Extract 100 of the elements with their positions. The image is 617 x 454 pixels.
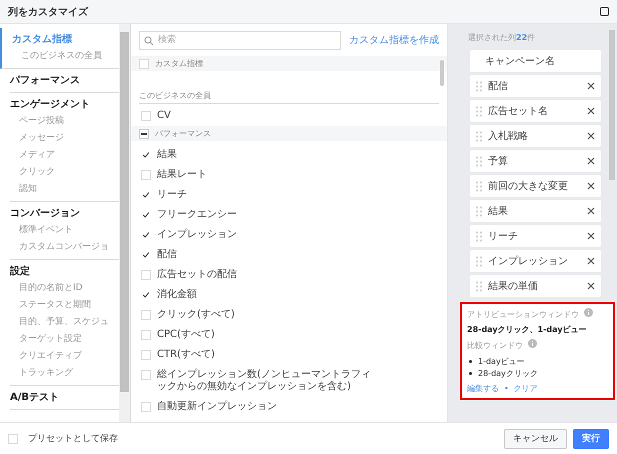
group-label: このビジネスの全員: [139, 90, 211, 100]
search-field[interactable]: 検索: [139, 30, 341, 50]
remove-icon[interactable]: [587, 157, 595, 165]
nav-item[interactable]: エンゲージメント: [10, 96, 120, 113]
window-title: 列をカスタマイズ: [8, 6, 88, 18]
scrollbar[interactable]: [609, 30, 615, 180]
nav-item[interactable]: クリエイティブ: [10, 348, 120, 365]
column-card[interactable]: 広告セット名: [470, 100, 601, 122]
selected-count: 選択された列22件: [467, 32, 536, 44]
nav-item[interactable]: 目的、予算、スケジュ: [10, 314, 120, 331]
column-label: 配信: [488, 80, 509, 93]
drag-handle-icon[interactable]: [476, 206, 482, 216]
remove-icon[interactable]: [587, 207, 595, 215]
checkbox[interactable]: [139, 59, 149, 69]
drag-handle-icon[interactable]: [476, 106, 482, 116]
nav-item[interactable]: パフォーマンス: [10, 72, 120, 89]
remove-icon[interactable]: [587, 132, 595, 140]
edit-link[interactable]: 編集する: [467, 383, 499, 394]
attribution-title: アトリビューションウィンドウ: [467, 308, 579, 320]
drag-handle-icon[interactable]: [476, 156, 482, 166]
comparison-title: 比較ウィンドウ: [467, 340, 523, 350]
metric-label: CTR(すべて): [157, 349, 216, 361]
bullet-icon: [469, 360, 472, 362]
drag-handle-icon[interactable]: [476, 280, 482, 292]
run-button[interactable]: 実行: [573, 428, 609, 448]
nav-item[interactable]: カスタム指標: [12, 31, 120, 48]
metric-label: 自動更新インプレッション: [157, 401, 278, 413]
checkbox[interactable]: [141, 310, 151, 320]
metric-label: リーチ: [157, 189, 188, 201]
column-card[interactable]: キャンペーン名: [470, 50, 601, 72]
column-card[interactable]: 前回の大きな変更: [470, 175, 601, 197]
info-icon[interactable]: [528, 339, 537, 351]
metric-label: 結果レート: [157, 169, 208, 181]
column-card[interactable]: インプレッション: [470, 250, 601, 272]
scrollbar[interactable]: [119, 24, 130, 422]
column-label: リーチ: [488, 230, 519, 243]
checkbox[interactable]: [8, 434, 18, 444]
preset-label: プリセットとして保存: [28, 432, 118, 445]
column-card[interactable]: 結果の単価: [470, 275, 601, 297]
cancel-button[interactable]: キャンセル: [504, 428, 567, 448]
checkbox[interactable]: [141, 370, 151, 380]
create-metric-link[interactable]: カスタム指標を作成: [349, 33, 439, 47]
column-label: キャンペーン名: [485, 55, 556, 68]
nav-item[interactable]: メディア: [10, 147, 120, 164]
nav-item[interactable]: 標準イベント: [10, 222, 120, 239]
nav-item[interactable]: このビジネスの全員: [12, 48, 120, 65]
nav-item[interactable]: クリック: [10, 164, 120, 181]
metric-label: CV: [157, 110, 172, 122]
column-label: 結果の単価: [488, 280, 539, 293]
scrollbar[interactable]: [440, 60, 444, 86]
metric-label: CPC(すべて): [157, 329, 216, 341]
nav-item[interactable]: ステータスと期間: [10, 297, 120, 314]
drag-handle-icon[interactable]: [476, 230, 482, 242]
metric-label: フリークエンシー: [157, 209, 238, 221]
nav-item[interactable]: ターゲット設定: [10, 331, 120, 348]
clear-link[interactable]: クリア: [514, 383, 538, 394]
checkbox[interactable]: [139, 129, 149, 139]
nav-item[interactable]: 目的の名前とID: [10, 280, 120, 297]
metric-label: 広告セットの配信: [157, 269, 238, 281]
nav-item[interactable]: コンバージョン: [10, 205, 120, 222]
column-card[interactable]: 予算: [470, 150, 601, 172]
nav-item[interactable]: トラッキング: [10, 365, 120, 382]
section-label: カスタム指標: [155, 58, 203, 69]
column-card[interactable]: 配信: [470, 75, 601, 97]
remove-icon[interactable]: [587, 182, 595, 190]
nav-item[interactable]: A/Bテスト: [10, 389, 120, 406]
drag-handle-icon[interactable]: [476, 180, 482, 192]
column-label: 前回の大きな変更: [488, 180, 569, 193]
metric-label: クリック(すべて): [157, 309, 236, 321]
drag-handle-icon[interactable]: [476, 256, 482, 266]
nav-item[interactable]: 設定: [10, 263, 120, 280]
column-label: インプレッション: [488, 254, 569, 268]
section-label: パフォーマンス: [155, 128, 211, 139]
checkbox[interactable]: [141, 170, 151, 180]
checkbox[interactable]: [141, 330, 151, 340]
remove-icon[interactable]: [587, 107, 595, 115]
column-label: 入札戦略: [488, 130, 529, 143]
remove-icon[interactable]: [587, 82, 595, 90]
remove-icon[interactable]: [587, 282, 595, 290]
comparison-item: 28-dayクリック: [478, 368, 538, 378]
nav-item[interactable]: カスタムコンバージョ: [10, 239, 120, 256]
column-card[interactable]: リーチ: [470, 225, 601, 247]
info-icon[interactable]: [584, 308, 593, 320]
metric-label: 配信: [157, 249, 178, 261]
checkbox[interactable]: [141, 350, 151, 360]
nav-item[interactable]: メッセージ: [10, 130, 120, 147]
nav-item[interactable]: 認知: [10, 181, 120, 198]
remove-icon[interactable]: [587, 257, 595, 265]
checkbox[interactable]: [141, 111, 151, 121]
remove-icon[interactable]: [587, 232, 595, 240]
column-card[interactable]: 入札戦略: [470, 125, 601, 147]
metric-label: 結果: [157, 149, 178, 161]
checkbox[interactable]: [141, 402, 151, 412]
drag-handle-icon[interactable]: [476, 80, 482, 92]
drag-handle-icon[interactable]: [476, 130, 482, 142]
nav-item[interactable]: ページ投稿: [10, 113, 120, 130]
checkbox[interactable]: [141, 270, 151, 280]
column-card[interactable]: 結果: [470, 200, 601, 222]
metric-label: インプレッション: [157, 229, 238, 241]
bullet-icon: [469, 372, 472, 374]
